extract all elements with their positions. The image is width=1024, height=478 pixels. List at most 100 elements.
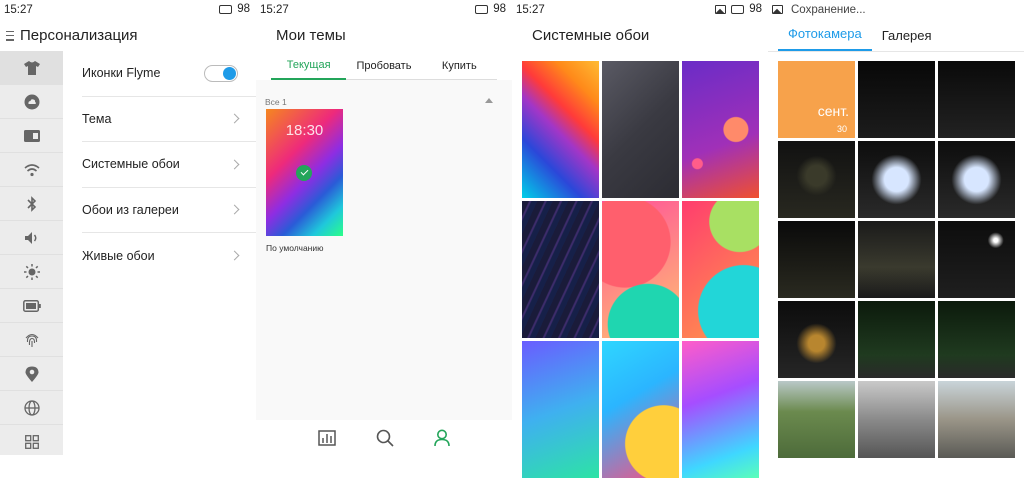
photo-count: 30 xyxy=(836,124,847,134)
sidebar-item-location[interactable] xyxy=(0,357,63,391)
settings-list: Иконки Flyme Тема Системные обои Обои из… xyxy=(63,51,256,279)
wallpaper-thumb[interactable] xyxy=(602,61,679,198)
theme-thumbnail[interactable]: 18:30 xyxy=(266,109,343,236)
volume-icon xyxy=(24,231,36,244)
chevron-right-icon xyxy=(229,204,240,215)
sidebar-item-language[interactable] xyxy=(0,391,63,425)
status-bar: 15:27 98 xyxy=(0,0,256,19)
setting-flyme-icons[interactable]: Иконки Flyme xyxy=(82,51,256,97)
month-label: сент. xyxy=(817,103,849,119)
wallpaper-grid xyxy=(522,61,759,478)
wallpaper-thumb[interactable] xyxy=(602,341,679,478)
globe-icon xyxy=(23,399,40,416)
setting-label: Иконки Flyme xyxy=(82,66,161,81)
sidebar-item-display[interactable] xyxy=(0,255,63,289)
tab-buy[interactable]: Купить xyxy=(421,52,497,80)
status-time: 15:27 xyxy=(516,3,545,16)
battery-icon xyxy=(731,4,745,14)
cloud-icon xyxy=(24,94,39,109)
photo-thumb[interactable] xyxy=(938,301,1015,378)
fingerprint-icon xyxy=(25,333,38,347)
section-label: Все 1 xyxy=(265,97,287,107)
sidebar-item-fingerprint[interactable] xyxy=(0,323,63,357)
wallpaper-thumb[interactable] xyxy=(682,201,759,338)
title-bar: Мои темы xyxy=(256,19,512,52)
setting-theme[interactable]: Тема xyxy=(82,97,256,142)
photo-thumb[interactable] xyxy=(858,301,935,378)
sidebar-item-sim[interactable] xyxy=(0,119,63,153)
photo-thumb[interactable] xyxy=(938,61,1015,138)
tab-try[interactable]: Пробовать xyxy=(346,52,422,80)
setting-live-wallpapers[interactable]: Живые обои xyxy=(82,233,256,279)
image-icon xyxy=(715,4,727,14)
status-saving: Сохранение... xyxy=(791,3,866,16)
photo-thumb[interactable] xyxy=(778,141,855,218)
setting-label: Обои из галереи xyxy=(82,202,179,217)
photo-thumb[interactable] xyxy=(938,221,1015,298)
battery-level: 98 xyxy=(493,3,506,15)
photo-thumb[interactable] xyxy=(778,381,855,458)
tshirt-icon xyxy=(23,60,40,75)
gallery-tabs: Фотокамера Галерея xyxy=(768,19,1024,52)
battery-icon xyxy=(219,4,233,14)
sidebar-item-wifi[interactable] xyxy=(0,153,63,187)
chevron-right-icon xyxy=(229,159,240,170)
title-bar: Системные обои xyxy=(512,19,768,52)
wallpaper-thumb[interactable] xyxy=(602,201,679,338)
chart-icon[interactable] xyxy=(318,429,336,446)
sim-icon xyxy=(23,129,40,142)
battery-level: 98 xyxy=(237,3,250,15)
wallpaper-thumb[interactable] xyxy=(682,341,759,478)
tab-gallery[interactable]: Галерея xyxy=(872,28,942,51)
photo-thumb[interactable] xyxy=(938,141,1015,218)
page-title: Персонализация xyxy=(20,27,138,44)
setting-label: Системные обои xyxy=(82,157,180,172)
photo-thumb[interactable] xyxy=(858,221,935,298)
photo-thumb[interactable] xyxy=(938,381,1015,458)
status-bar: 15:27 98 xyxy=(256,0,512,19)
sidebar-item-sound[interactable] xyxy=(0,221,63,255)
chevron-right-icon xyxy=(229,113,240,124)
sidebar xyxy=(0,51,63,455)
sidebar-item-bluetooth[interactable] xyxy=(0,187,63,221)
theme-name: По умолчанию xyxy=(266,243,324,253)
bluetooth-icon xyxy=(26,195,36,212)
tab-current[interactable]: Текущая xyxy=(271,52,347,80)
tab-camera[interactable]: Фотокамера xyxy=(778,26,872,51)
wallpaper-thumb[interactable] xyxy=(522,61,599,198)
battery-level: 98 xyxy=(749,3,762,15)
photo-thumb[interactable] xyxy=(858,381,935,458)
brightness-icon xyxy=(23,263,40,280)
setting-gallery-wallpapers[interactable]: Обои из галереи xyxy=(82,188,256,233)
wallpaper-thumb[interactable] xyxy=(522,201,599,338)
month-tile[interactable]: сент. 30 xyxy=(778,61,855,138)
image-icon xyxy=(772,5,783,14)
wifi-icon xyxy=(23,163,40,176)
search-icon[interactable] xyxy=(376,429,394,447)
photo-thumb[interactable] xyxy=(858,141,935,218)
wallpaper-thumb[interactable] xyxy=(522,341,599,478)
wallpaper-thumb[interactable] xyxy=(682,61,759,198)
menu-icon[interactable] xyxy=(6,30,14,41)
title-bar: Персонализация xyxy=(0,19,256,52)
setting-label: Живые обои xyxy=(82,248,155,263)
sidebar-item-personalization[interactable] xyxy=(0,51,63,85)
page-title: Мои темы xyxy=(276,27,346,44)
photo-thumb[interactable] xyxy=(858,61,935,138)
user-icon[interactable] xyxy=(434,429,450,447)
apps-icon xyxy=(24,434,39,449)
photo-thumb[interactable] xyxy=(778,301,855,378)
personalization-panel: 15:27 98 Персонализация Иконки Flyme Тем… xyxy=(0,0,256,455)
sidebar-item-cloud[interactable] xyxy=(0,85,63,119)
setting-system-wallpapers[interactable]: Системные обои xyxy=(82,142,256,188)
setting-label: Тема xyxy=(82,111,112,126)
photo-thumb[interactable] xyxy=(778,221,855,298)
chevron-right-icon xyxy=(229,250,240,261)
theme-tabs: Текущая Пробовать Купить xyxy=(256,52,512,80)
collapse-icon[interactable] xyxy=(485,98,493,103)
flyme-icons-toggle[interactable] xyxy=(204,64,238,82)
status-time: 15:27 xyxy=(4,3,33,16)
status-bar: Сохранение... xyxy=(768,0,1024,19)
sidebar-item-apps[interactable] xyxy=(0,425,63,455)
sidebar-item-battery[interactable] xyxy=(0,289,63,323)
